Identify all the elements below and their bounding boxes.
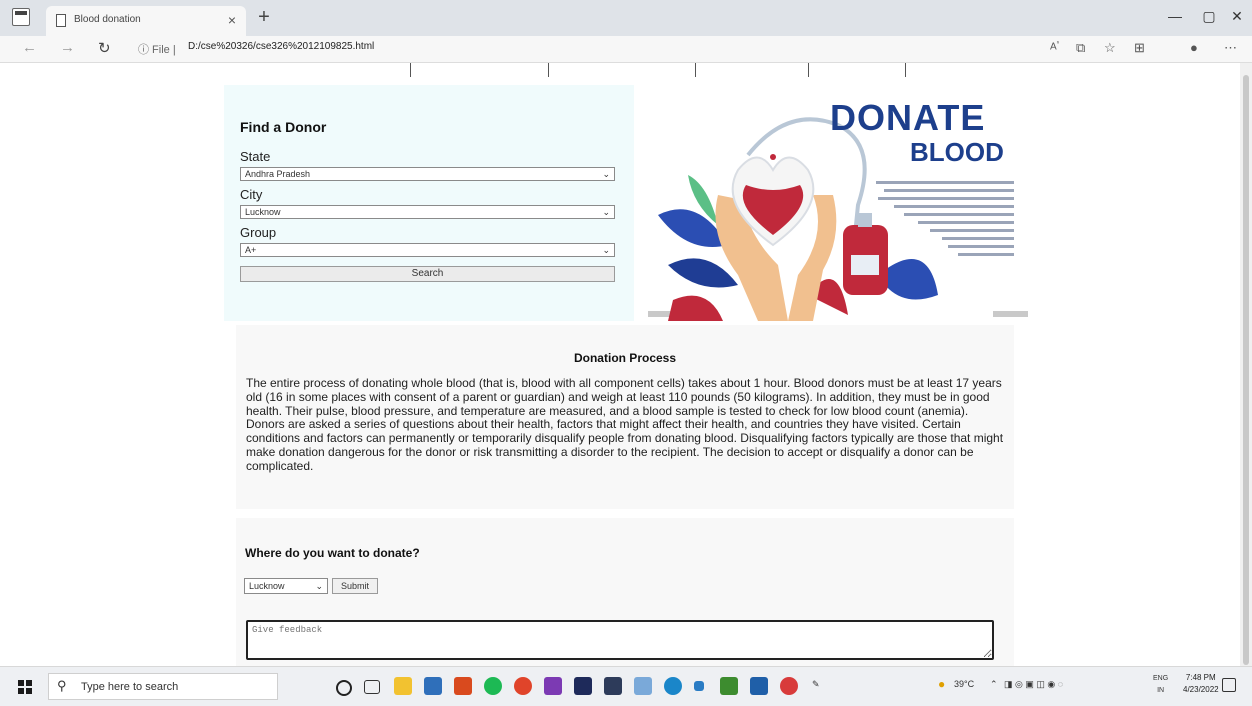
search-icon: ⚲ [57,678,67,693]
language-top: ENG [1153,675,1169,682]
city-select-value: Lucknow [245,207,281,217]
weather-temp[interactable]: 39°C [954,679,974,689]
feedback-textarea[interactable] [246,620,994,660]
chevron-down-icon: ⌄ [602,207,610,217]
collections-icon[interactable]: ⊞ [1134,40,1145,56]
clock-date: 4/23/2022 [1183,685,1219,694]
scrollbar-thumb[interactable] [1243,75,1249,665]
find-donor-panel: Find a Donor State Andhra Pradesh ⌄ City… [224,85,634,321]
donation-process-text: The entire process of donating whole blo… [246,376,1004,473]
city-select[interactable]: Lucknow ⌄ [240,205,615,219]
maximize-button[interactable]: ▢ [1194,8,1224,25]
nav-item[interactable] [809,63,906,77]
windows-taskbar: ⚲ Type here to search ✎ ● 39°C ⌃ ◨ ◎ ▣ ◫… [0,666,1252,706]
windows-start-icon[interactable] [18,680,32,694]
edge-icon[interactable] [664,677,682,695]
url-field[interactable]: D:/cse%20326/cse326%2012109825.html [188,41,374,52]
nav-item[interactable] [340,63,411,77]
app-icon[interactable] [750,677,768,695]
notification-icon[interactable] [1222,678,1236,692]
group-label: Group [240,225,277,240]
language-indicator[interactable]: ENG IN [1153,673,1168,697]
back-icon[interactable]: ← [22,39,37,56]
task-view-icon[interactable] [364,680,380,694]
minimize-button[interactable]: — [1160,8,1190,24]
app-icon[interactable] [780,677,798,695]
browser-titlebar: Blood donation × + — ▢ ✕ [0,0,1252,36]
top-nav [340,63,920,77]
submit-button[interactable]: Submit [332,578,378,594]
group-select-value: A+ [245,245,257,255]
site-info[interactable]: ⓘ File | [138,41,176,57]
store-icon[interactable] [424,677,442,695]
cortana-icon[interactable] [336,680,352,696]
tray-chevron-up-icon[interactable]: ⌃ [990,679,998,690]
taskbar-search-placeholder: Type here to search [81,681,179,693]
city-label: City [240,187,263,202]
office-icon[interactable] [454,677,472,695]
app-icon[interactable] [694,681,704,691]
profile-icon[interactable]: ● [1190,40,1198,55]
tab-title: Blood donation [74,14,141,25]
tray-icons[interactable]: ◨ ◎ ▣ ◫ ◉ ◌ [1004,679,1063,690]
weather-icon[interactable]: ● [938,677,945,691]
banner-heading-donate: DONATE [830,97,986,138]
app-icon[interactable] [720,677,738,695]
taskbar-clock[interactable]: 7:48 PM 4/23/2022 [1183,672,1219,696]
donate-blood-banner: DONATE BLOOD [648,85,1028,321]
taskbar-search-box[interactable]: ⚲ Type here to search [48,673,278,700]
chevron-down-icon: ⌄ [315,581,323,591]
window-menu-icon[interactable] [12,8,30,26]
browser-tab[interactable]: Blood donation × [46,6,246,36]
page-viewport: Find a Donor State Andhra Pradesh ⌄ City… [0,63,1240,666]
app-icon[interactable] [544,677,562,695]
chevron-down-icon: ⌄ [602,245,610,255]
read-aloud-icon[interactable]: Aⁿ [1050,40,1059,52]
photoshop-icon[interactable] [574,677,592,695]
donate-location-title: Where do you want to donate? [245,546,420,560]
language-bottom: IN [1157,687,1165,694]
page-scrollbar[interactable] [1240,63,1252,666]
new-tab-button[interactable]: + [252,6,276,30]
group-select[interactable]: A+ ⌄ [240,243,615,257]
app-icon[interactable] [604,677,622,695]
nav-item[interactable] [549,63,696,77]
spotify-icon[interactable] [484,677,502,695]
banner-placeholder-text [876,181,1014,261]
extensions-icon[interactable]: ⧉ [1076,40,1085,56]
state-label: State [240,149,271,164]
refresh-icon[interactable]: ↻ [98,39,111,57]
forward-icon[interactable]: → [60,39,75,56]
donate-city-select[interactable]: Lucknow ⌄ [244,578,328,594]
tab-close-icon[interactable]: × [228,12,236,28]
tray-app-icon[interactable]: ✎ [812,679,820,690]
donation-process-section: Donation Process The entire process of d… [236,325,1014,509]
page-icon [56,14,66,27]
banner-heading-blood: BLOOD [910,137,1004,167]
search-button[interactable]: Search [240,266,615,282]
chevron-down-icon: ⌄ [602,169,610,179]
state-select[interactable]: Andhra Pradesh ⌄ [240,167,615,181]
file-explorer-icon[interactable] [394,677,412,695]
nav-item[interactable] [696,63,809,77]
donate-location-section: Where do you want to donate? Lucknow ⌄ S… [236,518,1014,666]
close-window-button[interactable]: ✕ [1222,8,1252,25]
find-donor-title: Find a Donor [240,119,327,135]
donation-process-title: Donation Process [573,351,677,365]
favorites-star-icon[interactable]: ☆ [1104,40,1116,56]
clock-time: 7:48 PM [1185,673,1216,682]
app-icon[interactable] [634,677,652,695]
donate-city-value: Lucknow [249,581,285,591]
state-select-value: Andhra Pradesh [245,169,311,179]
address-bar: ← → ↻ ⓘ File | D:/cse%20326/cse326%20121… [0,36,1252,63]
more-menu-icon[interactable]: ⋯ [1224,40,1237,56]
chrome-icon[interactable] [514,677,532,695]
nav-item[interactable] [411,63,549,77]
